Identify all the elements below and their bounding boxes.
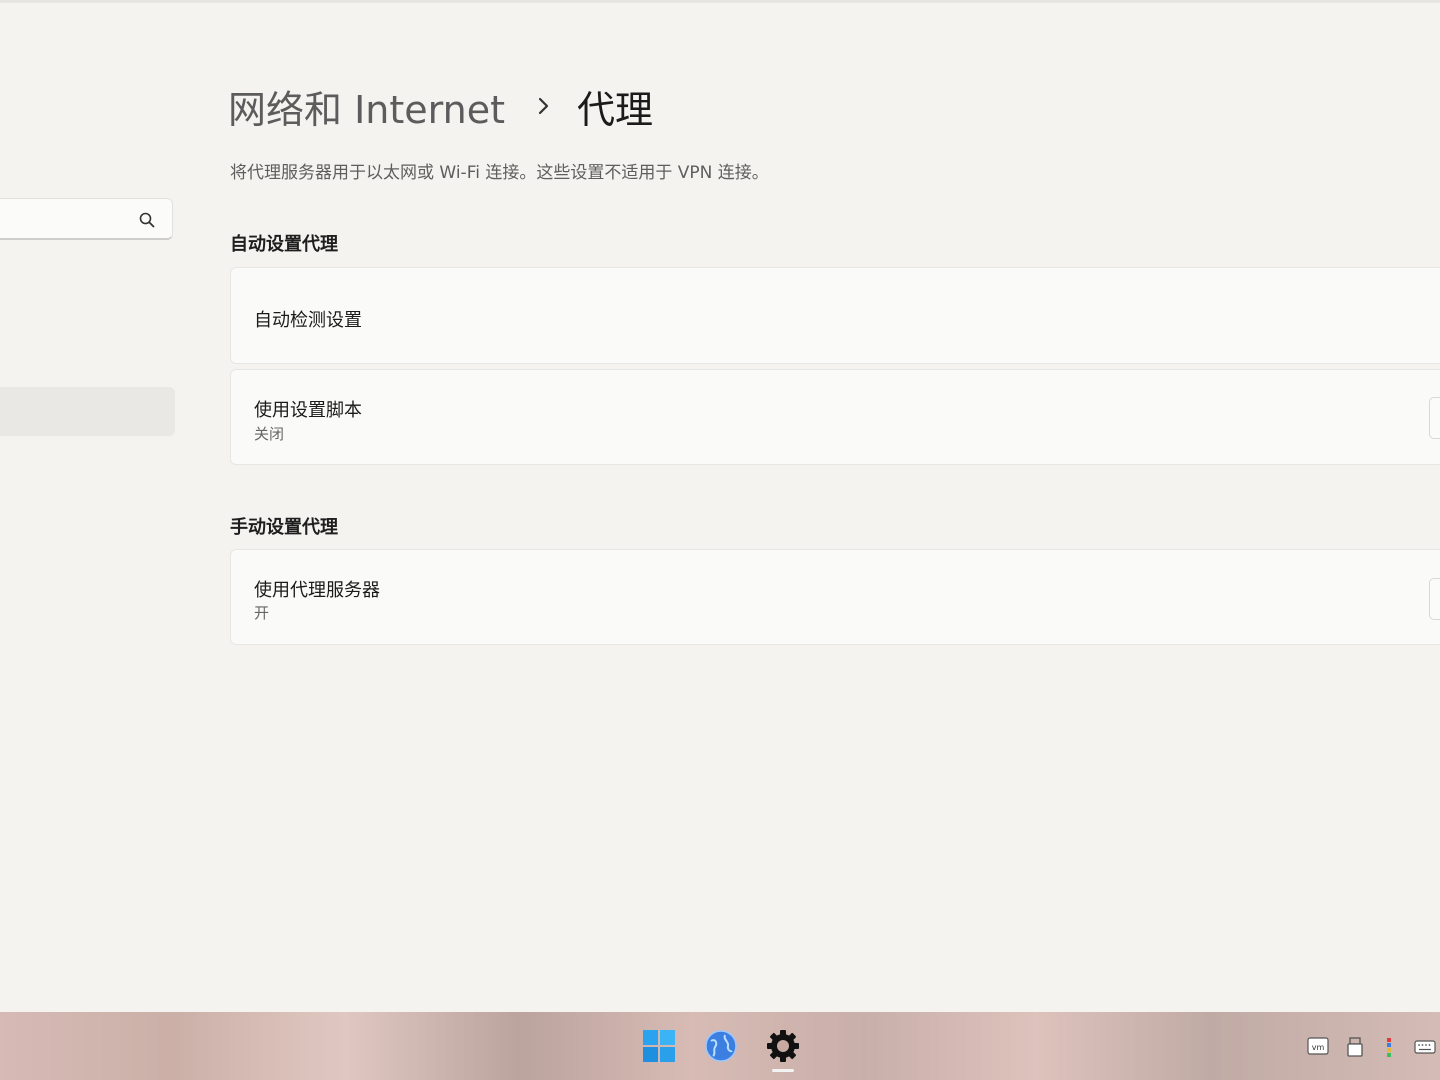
browser-taskbar-button[interactable] <box>701 1026 741 1066</box>
vmware-icon-text: vm <box>1312 1043 1325 1052</box>
breadcrumb-parent-link[interactable]: 网络和 Internet <box>228 79 505 134</box>
settings-gear-icon <box>767 1030 799 1062</box>
proxy-server-edit-button[interactable] <box>1429 578 1440 620</box>
detect-settings-label: 自动检测设置 <box>254 310 362 331</box>
page-title: 代理 <box>576 87 653 132</box>
start-button[interactable] <box>639 1026 679 1066</box>
browser-globe-icon <box>705 1030 737 1062</box>
search-icon[interactable] <box>138 211 156 229</box>
proxy-server-status: 开 <box>254 604 270 622</box>
sidebar-item-selected[interactable] <box>0 387 175 436</box>
setup-script-setup-button[interactable] <box>1429 397 1440 439</box>
setup-script-card[interactable]: 使用设置脚本 关闭 <box>230 369 1440 465</box>
setup-script-label: 使用设置脚本 <box>254 400 362 421</box>
settings-window: 网络和 Internet 代理 将代理服务器用于以太网或 Wi-Fi 连接。这些… <box>0 0 1440 1012</box>
active-app-indicator <box>772 1069 794 1072</box>
breadcrumb: 网络和 Internet 代理 <box>228 80 653 132</box>
proxy-server-card[interactable]: 使用代理服务器 开 <box>230 549 1440 645</box>
section-title-manual-proxy: 手动设置代理 <box>230 517 338 538</box>
settings-taskbar-button[interactable] <box>763 1026 803 1066</box>
detect-settings-card[interactable]: 自动检测设置 <box>230 267 1440 364</box>
setup-script-status: 关闭 <box>254 425 285 443</box>
vmware-icon[interactable]: vm <box>1307 1036 1329 1058</box>
section-title-auto-proxy: 自动设置代理 <box>230 234 338 255</box>
color-picker-icon[interactable] <box>1378 1036 1400 1058</box>
window-top-edge <box>0 0 1440 3</box>
search-input[interactable] <box>7 208 131 232</box>
page-description: 将代理服务器用于以太网或 Wi-Fi 连接。这些设置不适用于 VPN 连接。 <box>230 163 769 183</box>
windows-start-icon <box>643 1030 675 1062</box>
chevron-right-icon <box>538 97 549 115</box>
proxy-server-label: 使用代理服务器 <box>254 580 380 601</box>
keyboard-icon[interactable] <box>1414 1036 1436 1058</box>
settings-search-box[interactable] <box>0 198 173 240</box>
usb-drive-icon[interactable] <box>1344 1036 1366 1058</box>
